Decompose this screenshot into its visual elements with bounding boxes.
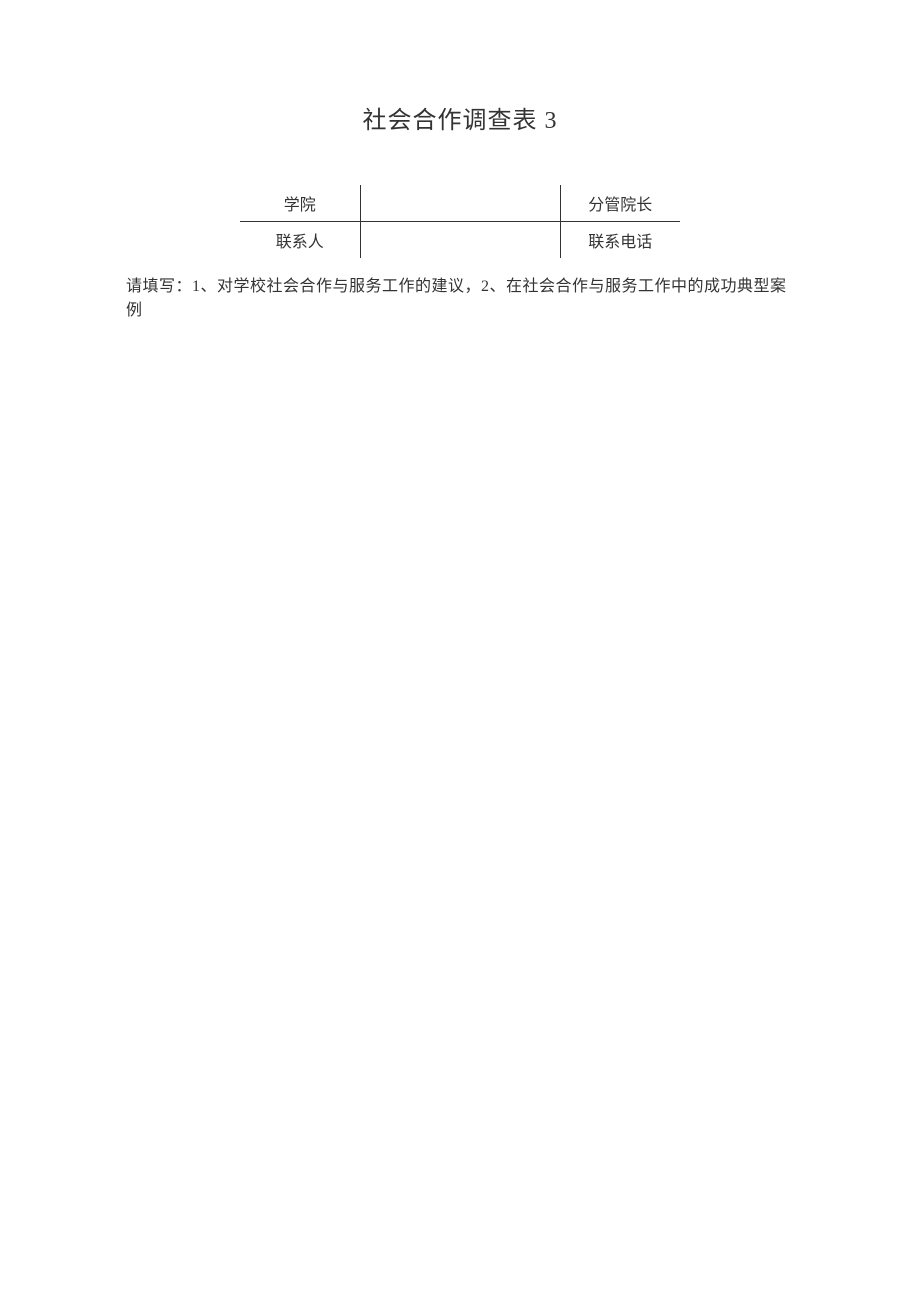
instruction-text: 请填写：1、对学校社会合作与服务工作的建议，2、在社会合作与服务工作中的成功典型…	[120, 272, 800, 320]
value-college[interactable]	[360, 185, 560, 222]
value-contact[interactable]	[360, 222, 560, 259]
label-contact: 联系人	[240, 222, 360, 259]
label-college: 学院	[240, 185, 360, 222]
page-title: 社会合作调查表 3	[120, 100, 800, 135]
label-dean: 分管院长	[560, 185, 680, 222]
label-phone: 联系电话	[560, 222, 680, 259]
form-table: 学院 分管院长 联系人 联系电话	[240, 185, 680, 258]
table-row: 学院 分管院长	[240, 185, 680, 222]
table-row: 联系人 联系电话	[240, 222, 680, 259]
